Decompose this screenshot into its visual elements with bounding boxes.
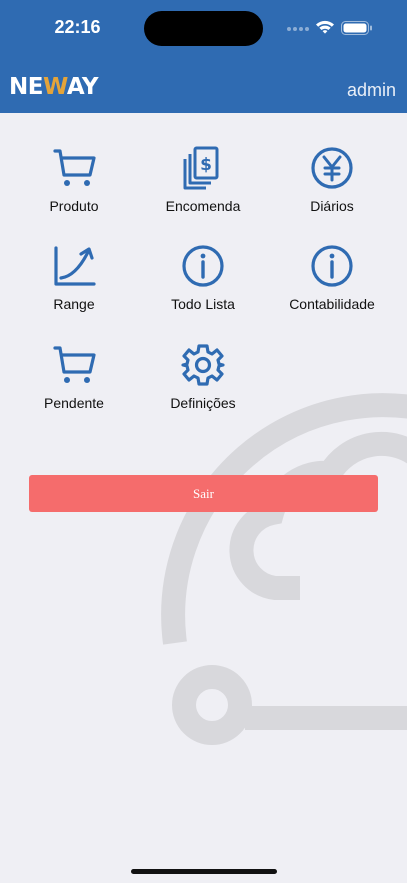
menu-item-todo-lista[interactable]: Todo Lista	[133, 244, 273, 334]
wifi-icon	[316, 20, 334, 34]
dollar-docs-icon: $	[183, 146, 219, 190]
menu-item-contabilidade[interactable]: Contabilidade	[262, 244, 402, 334]
gear-icon	[181, 344, 225, 386]
info-icon	[311, 245, 353, 287]
trend-arrow-icon	[54, 246, 96, 286]
status-time: 22:16	[54, 17, 101, 37]
user-name[interactable]: admin	[347, 80, 396, 101]
menu-item-label: Diários	[310, 198, 354, 214]
menu-item-label: Produto	[49, 198, 99, 214]
menu-item-encomenda[interactable]: $ Encomenda	[133, 146, 273, 236]
info-icon	[182, 245, 224, 287]
logout-button[interactable]: Sair	[29, 475, 378, 512]
menu-item-label: Definições	[170, 395, 236, 411]
neway-logo: NEWAY	[9, 74, 99, 100]
app-header: 22:16 NEWAY admin	[0, 0, 407, 113]
menu-item-pendente[interactable]: Pendente	[4, 343, 144, 433]
svg-text:$: $	[200, 155, 212, 175]
yen-circle-icon	[311, 147, 353, 189]
menu-item-range[interactable]: Range	[4, 244, 144, 334]
menu-item-label: Contabilidade	[289, 296, 375, 312]
cart-icon	[53, 346, 96, 383]
home-indicator	[131, 869, 277, 874]
menu-item-label: Todo Lista	[171, 296, 235, 312]
battery-icon	[341, 21, 372, 35]
menu-item-definicoes[interactable]: Definições	[133, 343, 273, 433]
menu-item-label: Pendente	[44, 395, 104, 411]
cellular-signal-icon	[287, 27, 313, 35]
menu-item-produto[interactable]: Produto	[4, 146, 144, 236]
cart-icon	[53, 149, 96, 186]
menu-item-label: Range	[53, 296, 95, 312]
status-bar: 22:16	[0, 0, 407, 56]
menu-item-diarios[interactable]: Diários	[262, 146, 402, 236]
menu-item-label: Encomenda	[165, 198, 241, 214]
dynamic-island	[144, 11, 263, 46]
